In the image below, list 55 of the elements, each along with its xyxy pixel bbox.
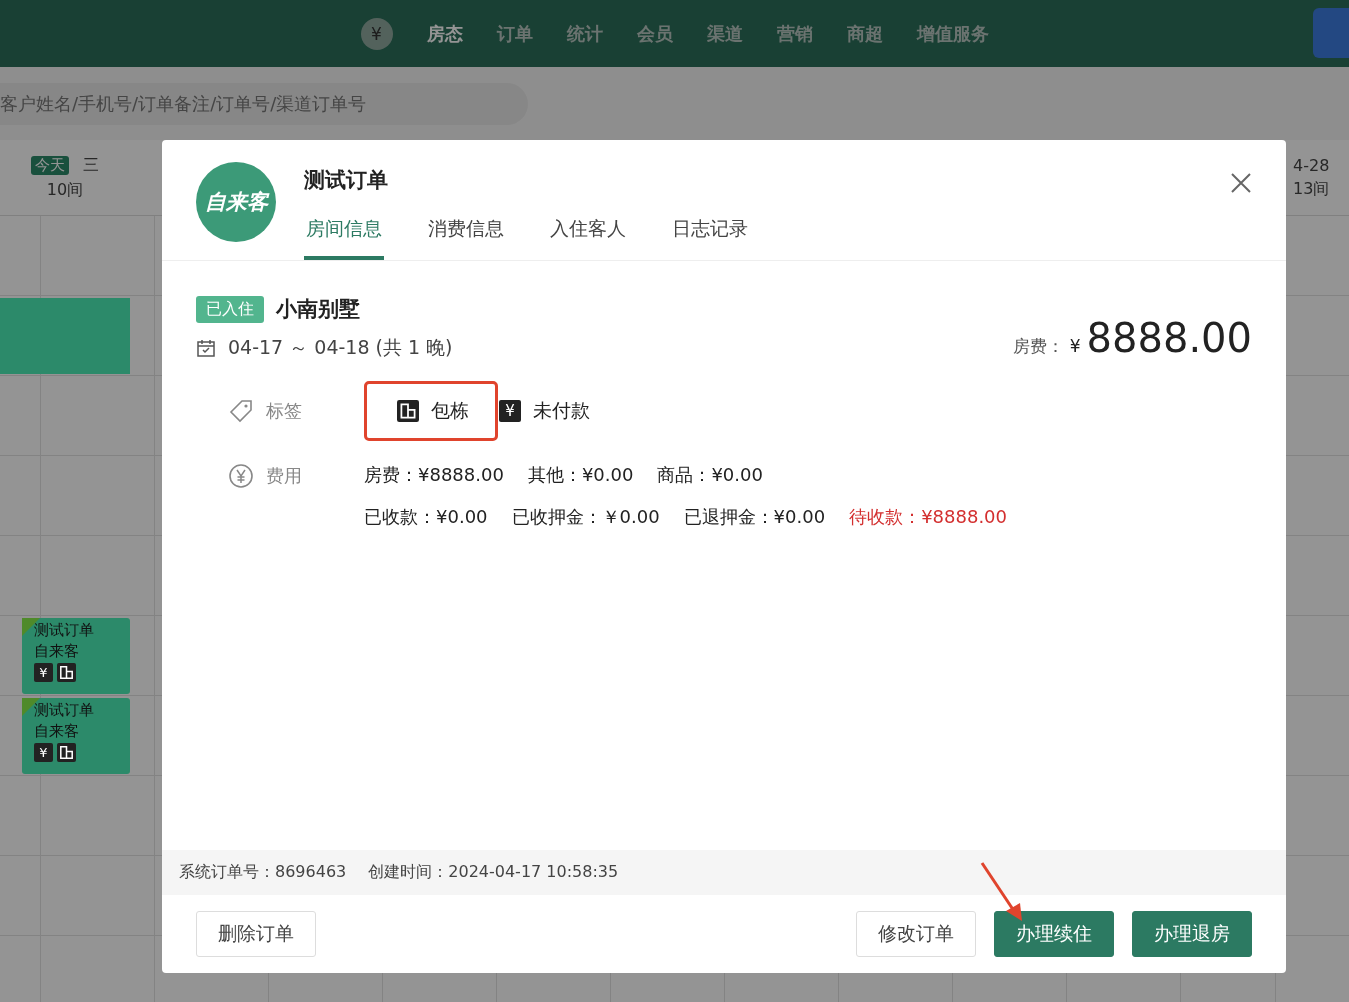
date-label: 4-28 — [1293, 155, 1330, 175]
order-info: 系统订单号：8696463 — [179, 862, 347, 883]
tag-icon — [228, 398, 254, 424]
action-button[interactable]: 办理退房 — [1132, 911, 1252, 957]
room-name: 小南别墅 — [276, 296, 360, 323]
booking-source: 自来客 — [34, 642, 80, 661]
tags-label: 标签 — [266, 399, 302, 423]
tab[interactable]: 房间信息 — [304, 216, 384, 260]
fee-item: 待收款：¥8888.00 — [849, 505, 1008, 529]
coin-icon[interactable]: ¥ — [360, 17, 393, 50]
fee-item: 已退押金：¥0.00 — [683, 505, 826, 529]
booking-card[interactable]: 测试订单 自来客 ¥ — [22, 698, 130, 774]
stay-dates: 04-17 ～ 04-18 (共 1 晚) — [228, 335, 453, 360]
booking-title: 测试订单 — [34, 701, 95, 720]
room-icon — [57, 663, 76, 682]
yen-icon — [228, 463, 254, 489]
room-count: 13间 — [1293, 178, 1330, 200]
currency-symbol: ¥ — [1069, 336, 1081, 356]
price-value: 8888.00 — [1086, 315, 1252, 361]
today-badge: 今天 — [31, 155, 69, 175]
action-button[interactable]: 删除订单 — [196, 911, 316, 957]
status-badge: 已入住 — [196, 295, 264, 323]
fee-item: 商品：¥0.00 — [657, 463, 763, 487]
tab[interactable]: 入住客人 — [548, 216, 628, 260]
tag: 包栋 — [364, 381, 498, 441]
unpaid-icon: ¥ — [34, 663, 53, 682]
room-icon — [397, 400, 419, 422]
app-icon[interactable] — [1313, 8, 1349, 58]
booking-card[interactable]: 测试订单 自来客 ¥ — [22, 618, 130, 694]
fee-item: 其他：¥0.00 — [527, 463, 634, 487]
order-info: 创建时间：2024-04-17 10:58:35 — [368, 862, 619, 883]
annotation-arrow — [980, 862, 1022, 921]
fee-item: 已收款：¥0.00 — [364, 505, 488, 529]
price-label: 房费： — [1012, 335, 1064, 358]
booking-block[interactable] — [0, 298, 130, 374]
fees-label: 费用 — [266, 464, 302, 488]
close-icon[interactable] — [1230, 172, 1252, 194]
room-icon — [57, 743, 76, 762]
action-button[interactable]: 办理续住 — [994, 911, 1114, 957]
fee-item: 已收押金：￥0.00 — [511, 505, 660, 529]
booking-title: 测试订单 — [34, 621, 95, 640]
room-count: 10间 — [46, 179, 84, 201]
tab[interactable]: 日志记录 — [670, 216, 750, 260]
unpaid-icon: ¥ — [499, 400, 521, 422]
dialog-title: 测试订单 — [304, 167, 389, 194]
booking-source: 自来客 — [34, 722, 80, 741]
unpaid-icon: ¥ — [34, 743, 53, 762]
search-field[interactable]: 客户姓名/手机号/订单备注/订单号/渠道订单号 — [0, 82, 528, 125]
nav-item[interactable]: 房态 — [426, 21, 463, 46]
action-button[interactable]: 修改订单 — [856, 911, 976, 957]
source-avatar: 自来客 — [196, 162, 276, 242]
tab[interactable]: 消费信息 — [426, 216, 506, 260]
weekday-label: 三 — [83, 154, 99, 176]
fee-item: 房费：¥8888.00 — [364, 463, 504, 487]
calendar-icon — [196, 338, 216, 358]
